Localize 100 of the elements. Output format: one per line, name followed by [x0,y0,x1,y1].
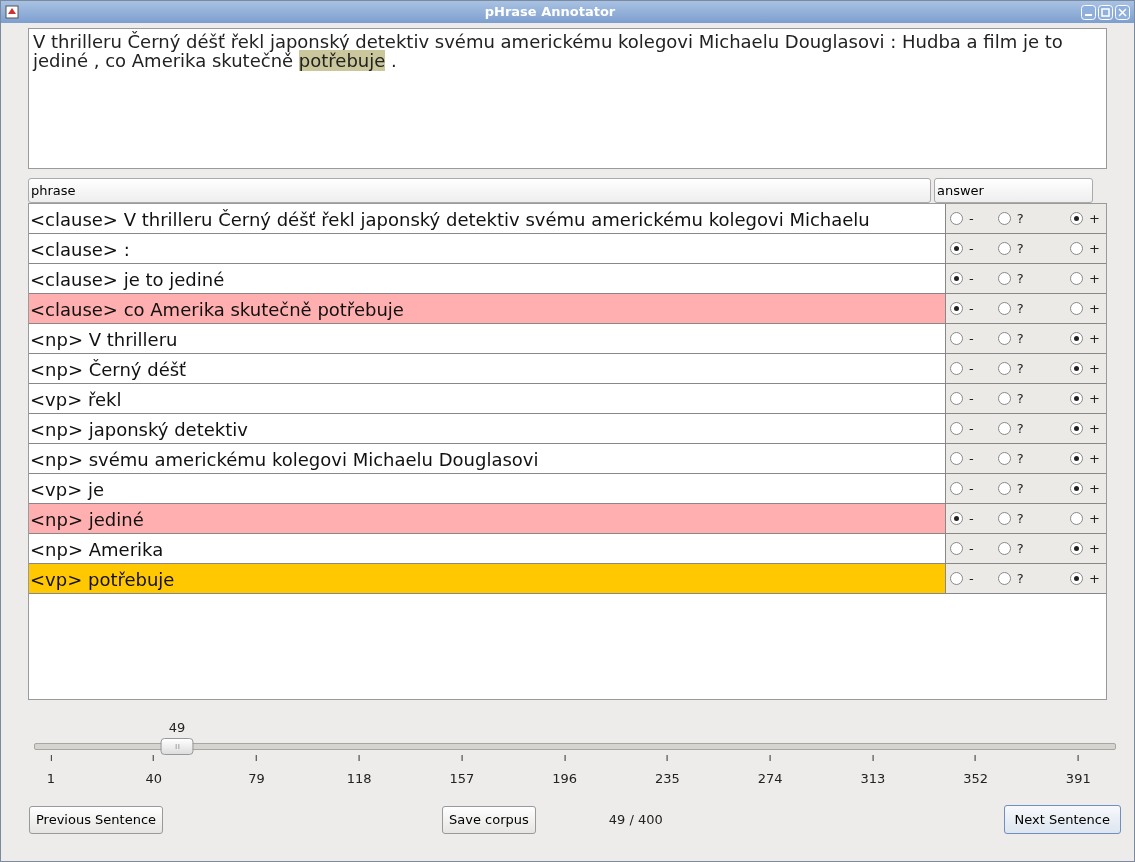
close-icon[interactable] [1115,4,1130,20]
option-label: + [1089,509,1100,528]
radio-button[interactable] [997,512,1011,525]
radio-button[interactable] [950,302,963,315]
option-label: ? [1016,299,1024,318]
tick-label: 157 [449,770,475,788]
phrase-cell[interactable]: <np> svému americkému kolegovi Michaelu Douglasovi [29,444,946,473]
option-label: ? [1016,329,1024,348]
save-corpus-button[interactable]: Save corpus [442,805,536,834]
phrase-cell[interactable]: <np> japonský detektiv [29,414,946,443]
radio-button[interactable] [1070,542,1084,555]
tick-label: 196 [552,770,578,788]
phrase-cell[interactable]: <clause> : [29,234,946,263]
tick-label: 313 [860,770,886,788]
slider-thumb[interactable] [160,738,194,755]
radio-button[interactable] [950,512,963,525]
option-label: ? [1016,479,1024,498]
option-label: - [969,539,974,558]
radio-button[interactable] [950,242,963,255]
radio-button[interactable] [950,212,963,225]
radio-button[interactable] [950,542,963,555]
radio-button[interactable] [997,332,1011,345]
radio-button[interactable] [997,422,1011,435]
app-icon [5,5,19,19]
option-label: ? [1016,239,1024,258]
radio-button[interactable] [1070,212,1084,225]
radio-button[interactable] [950,362,963,375]
phrase-cell[interactable]: <vp> řekl [29,384,946,413]
option-label: ? [1016,389,1024,408]
previous-sentence-button[interactable]: Previous Sentence [29,805,164,834]
phrase-cell[interactable]: <np> jediné [29,504,946,533]
radio-button[interactable] [997,302,1011,315]
option-label: + [1089,239,1100,258]
phrase-cell[interactable]: <vp> je [29,474,946,503]
option-label: - [969,569,974,588]
radio-button[interactable] [1070,242,1084,255]
radio-button[interactable] [1070,572,1084,585]
option-label: - [969,509,974,528]
sentence-area[interactable]: V thrilleru Černý déšť řekl japonský detektiv svému americkému kolegovi Michaelu Douglasovi : Hudba a film je to jediné , co Amerika skutečně potřebuje . [28,28,1107,169]
radio-button[interactable] [1070,392,1084,405]
radio-button[interactable] [950,332,963,345]
next-sentence-button[interactable]: Next Sentence [1003,805,1121,834]
radio-button[interactable] [1070,422,1084,435]
option-label: + [1089,359,1100,378]
option-label: + [1089,299,1100,318]
radio-button[interactable] [997,572,1011,585]
radio-button[interactable] [997,242,1011,255]
tick-label: 40 [145,770,162,788]
option-label: ? [1016,569,1024,588]
radio-button[interactable] [1070,362,1084,375]
phrase-cell[interactable]: <clause> je to jediné [29,264,946,293]
phrase-cell[interactable]: <np> Černý déšť [29,354,946,383]
radio-button[interactable] [950,422,963,435]
radio-button[interactable] [1070,302,1084,315]
option-label: ? [1016,539,1024,558]
radio-button[interactable] [1070,272,1084,285]
option-label: + [1089,569,1100,588]
option-label: - [969,359,974,378]
column-header[interactable]: answer [934,178,1093,203]
radio-button[interactable] [997,212,1011,225]
phrase-cell[interactable]: <clause> co Amerika skutečně potřebuje [29,294,946,323]
option-label: + [1089,329,1100,348]
tick-label: 352 [963,770,988,788]
slider-track[interactable] [34,738,1116,755]
phrase-cell[interactable]: <clause> V thrilleru Černý déšť řekl japonský detektiv svému americkému kolegovi Michaelu [29,204,946,233]
radio-button[interactable] [950,482,963,495]
phrase-cell[interactable]: <np> Amerika [29,534,946,563]
radio-button[interactable] [997,452,1011,465]
tick-label: 79 [248,770,265,788]
option-label: + [1089,389,1100,408]
radio-button[interactable] [950,452,963,465]
option-label: + [1089,539,1100,558]
radio-button[interactable] [997,392,1011,405]
option-label: - [969,269,974,288]
option-label: - [969,449,974,468]
radio-button[interactable] [997,362,1011,375]
radio-button[interactable] [950,572,963,585]
radio-button[interactable] [950,392,963,405]
phrase-cell[interactable]: <vp> potřebuje [29,564,946,593]
option-label: ? [1016,419,1024,438]
radio-button[interactable] [997,482,1011,495]
radio-button[interactable] [997,542,1011,555]
phrase-cell[interactable]: <np> V thrilleru [29,324,946,353]
option-label: + [1089,209,1100,228]
window-title: pHrase Annotator [483,3,617,22]
maximize-icon[interactable] [1098,4,1113,20]
radio-button[interactable] [1070,512,1084,525]
option-label: ? [1016,269,1024,288]
radio-button[interactable] [1070,332,1084,345]
tick-label: 235 [654,770,680,788]
option-label: + [1089,479,1100,498]
radio-button[interactable] [997,272,1011,285]
grip-icon [175,744,180,749]
column-header[interactable]: phrase [28,178,931,203]
minimize-icon[interactable] [1081,4,1096,20]
tick-label: 391 [1065,770,1091,788]
radio-button[interactable] [950,272,963,285]
radio-button[interactable] [1070,452,1084,465]
radio-button[interactable] [1070,482,1084,495]
option-label: - [969,239,974,258]
